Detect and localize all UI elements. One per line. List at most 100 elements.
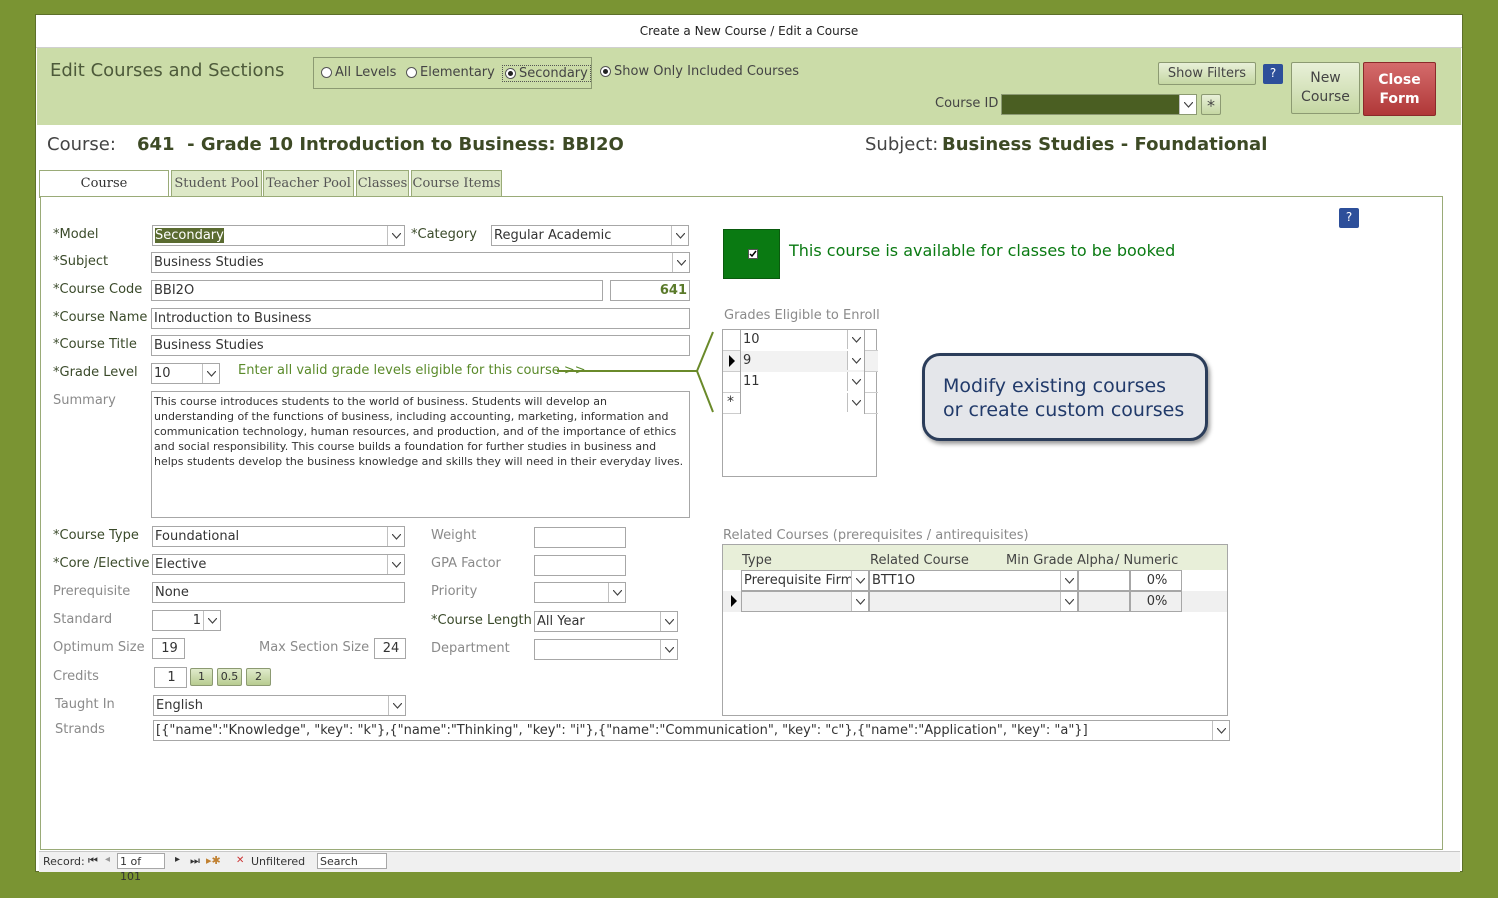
record-number-input[interactable]: 1 of 101 (117, 853, 165, 883)
tab-student-pool[interactable]: Student Pool (171, 170, 262, 196)
chevron-down-icon[interactable] (202, 364, 219, 383)
related-row[interactable]: Prerequisite Firm BTT1O 0% (723, 570, 1227, 591)
related-course-combo[interactable] (869, 591, 1078, 612)
credit-button-half[interactable]: 0.5 (217, 668, 242, 686)
previous-record-icon[interactable]: ◂ (105, 854, 110, 865)
radio-label: Elementary (420, 65, 495, 80)
tab-course-information[interactable]: Course Information (39, 170, 169, 217)
first-record-icon[interactable]: ⏮ (88, 854, 98, 868)
chevron-down-icon[interactable] (847, 372, 864, 391)
chevron-down-icon[interactable] (847, 351, 864, 370)
course-length-value: All Year (537, 614, 585, 629)
tab-course-items[interactable]: Course Items (411, 170, 502, 196)
chevron-down-icon[interactable] (388, 696, 405, 715)
grade-combo[interactable]: 10 (740, 330, 865, 351)
chevron-down-icon[interactable] (1060, 592, 1077, 611)
related-type-combo[interactable] (741, 591, 869, 612)
grade-level-hint: Enter all valid grade levels eligible fo… (238, 363, 586, 378)
grade-level-combo[interactable]: 10 (151, 363, 220, 384)
related-course-combo[interactable]: BTT1O (869, 570, 1078, 591)
chevron-down-icon[interactable] (851, 592, 868, 611)
grade-combo[interactable] (740, 393, 865, 414)
radio-all-levels[interactable]: All Levels (321, 65, 396, 80)
chevron-down-icon[interactable] (1060, 571, 1077, 590)
grade-combo[interactable]: 9 (740, 351, 865, 372)
grade-row[interactable]: 11 (723, 372, 878, 393)
grade-row[interactable]: 9 (723, 351, 878, 372)
panel-help-button[interactable]: ? (1339, 208, 1359, 228)
new-record-nav-icon[interactable]: ▸✱ (206, 854, 221, 867)
chevron-down-icon[interactable] (660, 640, 677, 659)
close-form-button[interactable]: Close Form (1363, 62, 1436, 116)
standard-combo[interactable]: 1 (152, 610, 221, 631)
numeric-input[interactable]: 0% (1130, 591, 1182, 612)
chevron-down-icon[interactable] (851, 571, 868, 590)
grade-value: 11 (743, 374, 760, 389)
min-grade-alpha-input[interactable] (1078, 570, 1130, 591)
chevron-down-icon[interactable] (1212, 721, 1229, 740)
chevron-down-icon[interactable] (387, 555, 404, 574)
gpa-factor-label: GPA Factor (431, 556, 501, 571)
grade-level-value: 10 (154, 366, 171, 381)
course-length-combo[interactable]: All Year (534, 611, 678, 632)
strands-combo[interactable]: [{"name":"Knowledge", "key": "k"},{"name… (153, 720, 1230, 741)
tab-teacher-pool[interactable]: Teacher Pool (263, 170, 354, 196)
tab-classes[interactable]: Classes (356, 170, 409, 196)
chevron-down-icon[interactable] (847, 330, 864, 349)
show-filters-button[interactable]: Show Filters (1158, 62, 1256, 85)
numeric-input[interactable]: 0% (1130, 570, 1182, 591)
chevron-down-icon[interactable] (1179, 95, 1196, 114)
chevron-down-icon[interactable] (387, 226, 404, 245)
credit-button-1[interactable]: 1 (190, 668, 213, 686)
course-type-label: *Course Type (53, 528, 139, 543)
grade-row[interactable]: 10 (723, 330, 878, 351)
department-combo[interactable] (534, 639, 678, 660)
prerequisite-input[interactable]: None (152, 582, 405, 603)
weight-input[interactable] (534, 527, 626, 548)
grade-combo[interactable]: 11 (740, 372, 865, 393)
gpa-factor-input[interactable] (534, 555, 626, 576)
radio-elementary[interactable]: Elementary (406, 65, 495, 80)
available-checkbox[interactable] (723, 229, 780, 279)
course-id-combo[interactable] (1001, 94, 1197, 115)
radio-selected-icon (600, 66, 611, 77)
category-combo[interactable]: Regular Academic (491, 225, 689, 246)
chevron-down-icon[interactable] (671, 226, 688, 245)
max-section-size-input[interactable]: 24 (374, 638, 406, 659)
chevron-down-icon[interactable] (672, 253, 689, 272)
min-grade-alpha-input[interactable] (1078, 591, 1130, 612)
related-row[interactable]: 0% (723, 591, 1227, 612)
chevron-down-icon[interactable] (387, 527, 404, 546)
priority-combo[interactable] (534, 582, 626, 603)
next-record-icon[interactable]: ▸ (175, 854, 180, 865)
summary-textarea[interactable]: This course introduces students to the w… (151, 391, 690, 518)
related-header: Type Related Course Min Grade Alpha / Nu… (723, 545, 1227, 570)
course-name-input[interactable]: Introduction to Business (151, 308, 690, 329)
search-input[interactable]: Search (317, 853, 387, 869)
radio-secondary[interactable]: Secondary (502, 65, 591, 82)
chevron-down-icon[interactable] (847, 393, 864, 412)
new-course-button[interactable]: New Course (1291, 62, 1360, 114)
last-record-icon[interactable]: ⏭ (190, 854, 200, 868)
taught-in-value: English (156, 698, 203, 713)
credit-button-2[interactable]: 2 (246, 668, 271, 686)
course-code-input[interactable]: BBI2O (151, 280, 603, 301)
chevron-down-icon[interactable] (660, 612, 677, 631)
course-type-combo[interactable]: Foundational (152, 526, 405, 547)
core-elective-combo[interactable]: Elective (152, 554, 405, 575)
category-value: Regular Academic (494, 228, 612, 243)
grade-new-row[interactable]: * (723, 393, 878, 414)
asterisk-icon[interactable]: * (1201, 94, 1221, 115)
subject-combo[interactable]: Business Studies (151, 252, 690, 273)
filter-status[interactable]: Unfiltered (251, 855, 305, 868)
optimum-size-input[interactable]: 19 (152, 638, 185, 659)
taught-in-combo[interactable]: English (153, 695, 406, 716)
related-type-combo[interactable]: Prerequisite Firm (741, 570, 869, 591)
chevron-down-icon[interactable] (608, 583, 625, 602)
show-only-included-toggle[interactable]: Show Only Included Courses (600, 64, 799, 79)
credits-input[interactable]: 1 (154, 667, 187, 688)
header-help-button[interactable]: ? (1263, 64, 1283, 84)
chevron-down-icon[interactable] (203, 611, 220, 630)
subject-field-label: *Subject (53, 254, 109, 269)
model-combo[interactable]: Secondary (152, 225, 405, 246)
